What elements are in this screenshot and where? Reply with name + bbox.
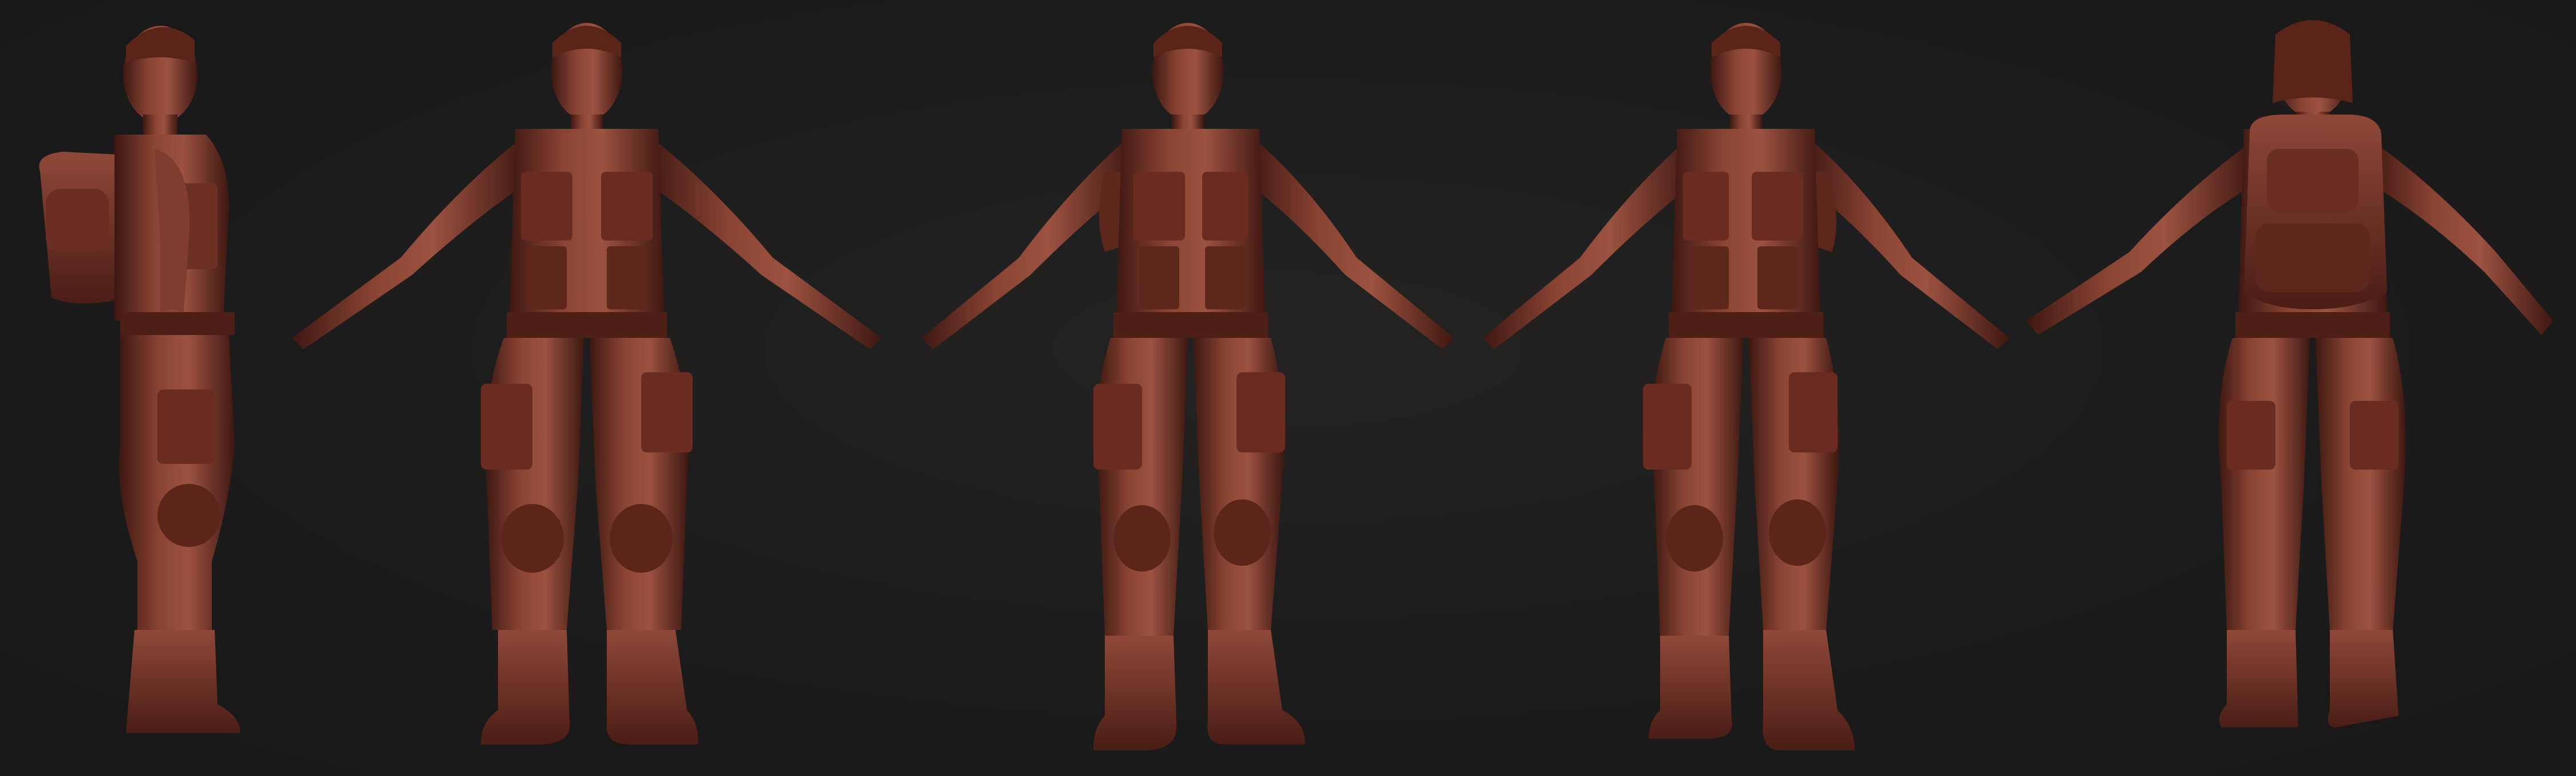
figure-front-view — [286, 0, 893, 776]
figure-three-quarter-left — [916, 0, 1460, 776]
figure-side-view — [23, 0, 252, 776]
figure-back-view — [2015, 0, 2565, 776]
figure-three-quarter-right — [1477, 0, 2015, 776]
render-viewport — [0, 0, 2576, 776]
